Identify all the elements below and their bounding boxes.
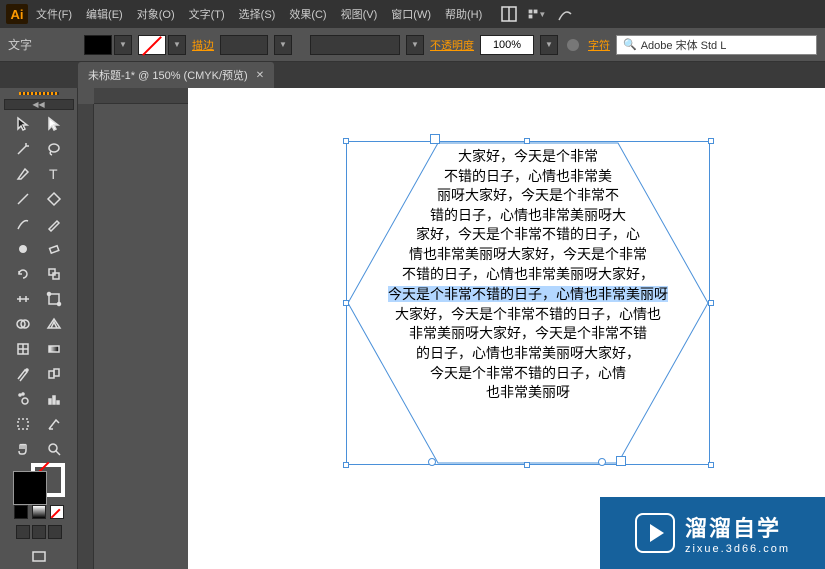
menu-help[interactable]: 帮助(H) xyxy=(439,2,488,26)
gradient-mode-icon[interactable] xyxy=(32,505,46,519)
menu-object[interactable]: 对象(O) xyxy=(131,2,181,26)
opacity-input[interactable] xyxy=(480,35,534,55)
stroke-link[interactable]: 描边 xyxy=(192,37,214,53)
variable-width-input[interactable] xyxy=(310,35,400,55)
menu-effect[interactable]: 效果(C) xyxy=(283,2,332,26)
opacity-dropdown[interactable]: ▼ xyxy=(540,35,558,55)
eraser-tool[interactable] xyxy=(39,237,69,261)
recolor-icon[interactable] xyxy=(564,36,582,54)
hand-tool[interactable] xyxy=(8,437,38,461)
line-tool[interactable] xyxy=(8,187,38,211)
stroke-dropdown[interactable]: ▼ xyxy=(168,35,186,55)
artboard-tool[interactable] xyxy=(8,412,38,436)
menu-file[interactable]: 文件(F) xyxy=(30,2,78,26)
slice-tool[interactable] xyxy=(39,412,69,436)
font-name-text: Adobe 宋体 Std L xyxy=(641,37,727,53)
text-line: 今天是个非常不错的日子，心情也非常美丽呀 xyxy=(388,285,668,306)
layout-icon[interactable] xyxy=(500,5,518,23)
paintbrush-tool[interactable] xyxy=(8,212,38,236)
lasso-tool[interactable] xyxy=(39,137,69,161)
canvas[interactable]: 大家好，今天是个非常不错的日子，心情也非常美丽呀大家好，今天是个非常不错的日子，… xyxy=(78,88,825,569)
arrange-icon[interactable]: ▼ xyxy=(528,5,546,23)
stroke-weight-dropdown[interactable]: ▼ xyxy=(274,35,292,55)
text-line: 大家好，今天是个非常 xyxy=(458,148,598,168)
screen-mode-button[interactable] xyxy=(24,545,54,569)
text-line: 错的日子，心情也非常美丽呀大 xyxy=(430,207,626,227)
mesh-tool[interactable] xyxy=(8,337,38,361)
toolbox: ◀◀ T xyxy=(0,88,78,569)
fill-box[interactable] xyxy=(13,471,47,505)
app-menu-bar: Ai 文件(F) 编辑(E) 对象(O) 文字(T) 选择(S) 效果(C) 视… xyxy=(0,0,825,28)
brush-panel-icon[interactable] xyxy=(556,5,574,23)
fill-swatch[interactable] xyxy=(84,35,112,55)
search-icon: 🔍 xyxy=(623,38,637,51)
color-mode-icon[interactable] xyxy=(14,505,28,519)
stroke-weight-input[interactable] xyxy=(220,35,268,55)
tool-name-label: 文字 xyxy=(8,36,32,53)
menu-view[interactable]: 视图(V) xyxy=(335,2,384,26)
free-transform-tool[interactable] xyxy=(39,287,69,311)
text-line: 也非常美丽呀 xyxy=(486,384,570,404)
column-graph-tool[interactable] xyxy=(39,387,69,411)
blob-brush-tool[interactable] xyxy=(8,237,38,261)
fill-stroke-control[interactable] xyxy=(9,467,69,501)
pencil-tool[interactable] xyxy=(39,212,69,236)
text-line: 家好，今天是个非常不错的日子，心 xyxy=(416,226,640,246)
symbol-sprayer-tool[interactable] xyxy=(8,387,38,411)
control-bar: 文字 ▼ ▼ 描边 ▼ ▼ 不透明度 ▼ 字符 🔍 Adobe 宋体 Std L xyxy=(0,28,825,62)
stroke-swatch[interactable] xyxy=(138,35,166,55)
watermark-brand: 溜溜自学 xyxy=(685,511,790,543)
font-family-input[interactable]: 🔍 Adobe 宋体 Std L xyxy=(616,35,817,55)
rotate-tool[interactable] xyxy=(8,262,38,286)
svg-text:T: T xyxy=(49,166,58,182)
text-line: 不错的日子，心情也非常美丽呀大家好， xyxy=(402,266,654,286)
text-line: 不错的日子，心情也非常美 xyxy=(444,168,612,188)
close-icon[interactable]: ✕ xyxy=(256,70,264,81)
toolbox-collapse-button[interactable]: ◀◀ xyxy=(4,99,74,110)
character-link[interactable]: 字符 xyxy=(588,37,610,53)
type-tool[interactable]: T xyxy=(39,162,69,186)
none-mode-icon[interactable] xyxy=(50,505,64,519)
zoom-tool[interactable] xyxy=(39,437,69,461)
draw-inside-icon[interactable] xyxy=(48,525,62,539)
magic-wand-tool[interactable] xyxy=(8,137,38,161)
tab-title: 未标题-1* @ 150% (CMYK/预览) xyxy=(88,67,248,83)
watermark-url: zixue.3d66.com xyxy=(685,543,790,555)
menu-window[interactable]: 窗口(W) xyxy=(385,2,437,26)
shape-builder-tool[interactable] xyxy=(8,312,38,336)
opacity-link[interactable]: 不透明度 xyxy=(430,37,474,53)
draw-behind-icon[interactable] xyxy=(32,525,46,539)
text-line: 丽呀大家好，今天是个非常不 xyxy=(437,187,619,207)
text-line: 的日子，心情也非常美丽呀大家好， xyxy=(416,345,640,365)
width-tool[interactable] xyxy=(8,287,38,311)
app-logo: Ai xyxy=(6,4,28,24)
toolbox-grip[interactable] xyxy=(19,92,59,95)
variable-width-dropdown[interactable]: ▼ xyxy=(406,35,424,55)
direct-selection-tool[interactable] xyxy=(39,112,69,136)
area-type-object[interactable]: 大家好，今天是个非常不错的日子，心情也非常美丽呀大家好，今天是个非常不错的日子，… xyxy=(338,138,718,468)
draw-normal-icon[interactable] xyxy=(16,525,30,539)
selection-tool[interactable] xyxy=(8,112,38,136)
text-line: 情也非常美丽呀大家好，今天是个非常 xyxy=(409,246,647,266)
text-line: 大家好，今天是个非常不错的日子，心情也 xyxy=(395,306,661,326)
eyedropper-tool[interactable] xyxy=(8,362,38,386)
area-type-text[interactable]: 大家好，今天是个非常不错的日子，心情也非常美丽呀大家好，今天是个非常不错的日子，… xyxy=(338,138,718,468)
perspective-tool[interactable] xyxy=(39,312,69,336)
pen-tool[interactable] xyxy=(8,162,38,186)
menu-type[interactable]: 文字(T) xyxy=(183,2,231,26)
menu-select[interactable]: 选择(S) xyxy=(233,2,282,26)
ruler-vertical[interactable] xyxy=(78,104,94,569)
watermark: 溜溜自学 zixue.3d66.com xyxy=(600,497,825,569)
blend-tool[interactable] xyxy=(39,362,69,386)
play-icon xyxy=(635,513,675,553)
gradient-tool[interactable] xyxy=(39,337,69,361)
fill-dropdown[interactable]: ▼ xyxy=(114,35,132,55)
menu-edit[interactable]: 编辑(E) xyxy=(80,2,129,26)
document-tab-bar: 未标题-1* @ 150% (CMYK/预览) ✕ xyxy=(0,62,825,88)
rectangle-tool[interactable] xyxy=(39,187,69,211)
document-tab[interactable]: 未标题-1* @ 150% (CMYK/预览) ✕ xyxy=(78,62,274,88)
text-line: 非常美丽呀大家好，今天是个非常不错 xyxy=(409,325,647,345)
scale-tool[interactable] xyxy=(39,262,69,286)
text-line: 今天是个非常不错的日子，心情 xyxy=(430,365,626,385)
